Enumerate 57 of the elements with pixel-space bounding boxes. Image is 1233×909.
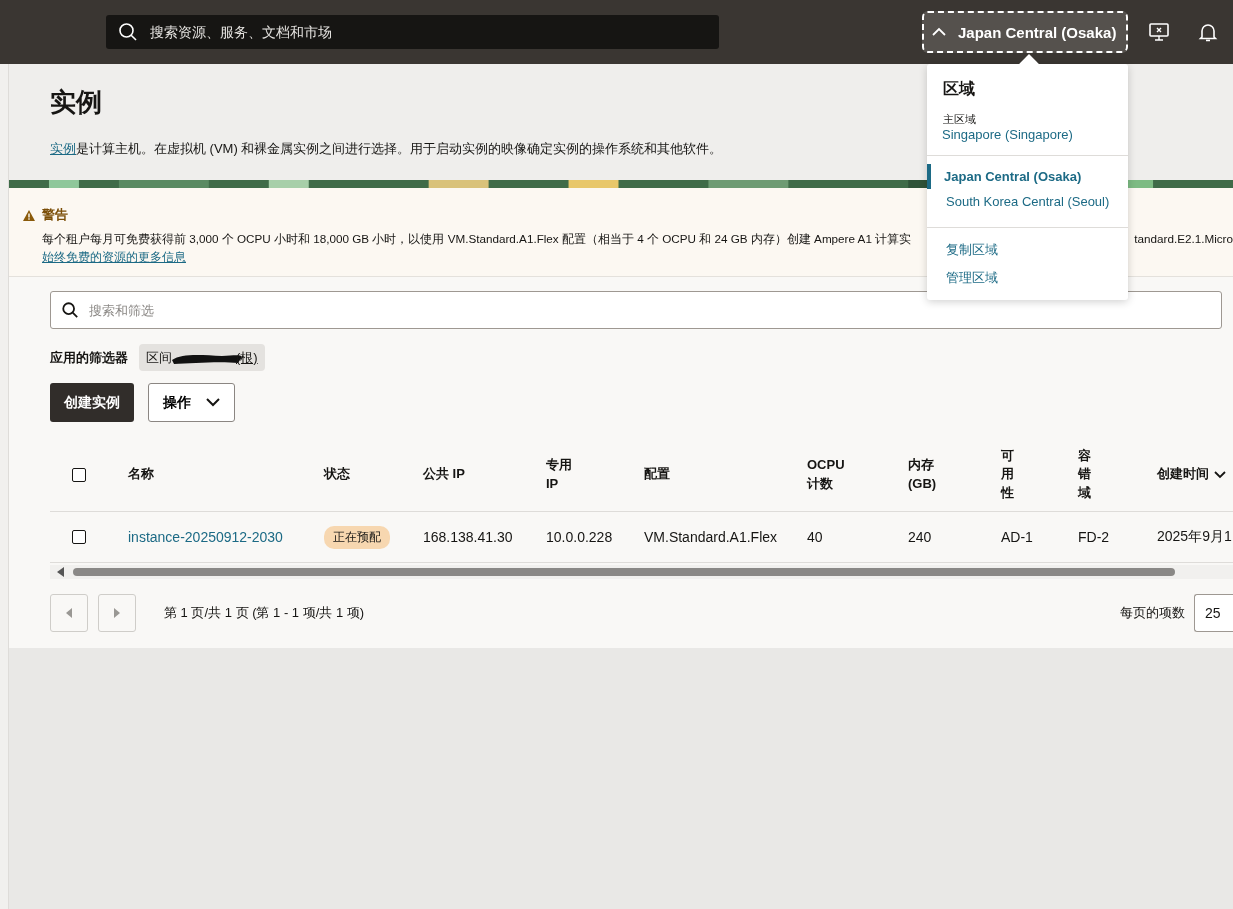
next-icon — [114, 608, 120, 618]
home-region-link[interactable]: Singapore (Singapore) — [942, 127, 1128, 142]
warning-icon — [23, 209, 35, 221]
region-menu-item[interactable]: South Korea Central (Seoul) — [927, 189, 1128, 214]
search-field[interactable]: 搜索资源、服务、文档和市场 — [106, 15, 719, 49]
column-header[interactable]: 配置 — [644, 465, 670, 484]
column-header[interactable]: 状态 — [324, 465, 350, 484]
warning-title: 警告 — [42, 206, 68, 224]
caret-icon — [932, 27, 946, 37]
menu-action-link[interactable]: 管理区域 — [927, 264, 1128, 292]
horizontal-scrollbar[interactable] — [50, 565, 1233, 579]
column-header[interactable]: 可用性 — [1001, 447, 1014, 502]
applied-filters-label: 应用的筛选器 — [50, 348, 128, 367]
page-title: 实例 — [50, 86, 102, 118]
scroll-left-icon[interactable] — [57, 567, 65, 577]
page-summary: 第 1 页/共 1 页 (第 1 - 1 项/共 1 项) — [164, 604, 365, 622]
table-cell: 2025年9月1 — [1157, 528, 1232, 546]
region-menu-item[interactable]: Japan Central (Osaka) — [927, 164, 1128, 189]
warning-text: 每个租户每月可免费获得前 3,000 个 OCPU 小时和 18,000 GB 小时，以使用 VM.Standard.A1.Flex 配置（相当于 4 个 OCPU 和 24 GB 内存）创建 Ampere A1 计算实 — [42, 232, 912, 247]
row-checkbox[interactable] — [72, 530, 86, 544]
instance-name-link[interactable]: instance-20250912-2030 — [128, 529, 283, 545]
column-header[interactable]: 内存 (GB) — [908, 456, 948, 493]
warning-text-end: tandard.E2.1.Micro — [1134, 232, 1233, 247]
table-cell: 10.0.0.228 — [546, 529, 613, 545]
region-button[interactable]: Japan Central (Osaka) — [922, 11, 1129, 53]
column-header[interactable]: 创建时间 — [1157, 465, 1209, 484]
table-cell: 240 — [908, 529, 932, 545]
table-cell: FD-2 — [1078, 529, 1110, 545]
chevron-down-icon — [206, 398, 220, 407]
table-cell: VM.Standard.A1.Flex — [644, 529, 778, 545]
table-cell: 40 — [807, 529, 823, 545]
menu-action-link[interactable]: 复制区域 — [927, 236, 1128, 264]
table-cell: AD-1 — [1001, 529, 1033, 545]
items-per-page-select[interactable]: 25 — [1194, 594, 1233, 632]
home-region-label: 主区域 — [943, 112, 977, 127]
column-header[interactable]: 名称 — [128, 465, 154, 484]
select-all-checkbox[interactable] — [72, 467, 86, 482]
previous-icon — [66, 608, 72, 618]
search-icon — [61, 301, 79, 319]
menu-title: 区域 — [943, 79, 976, 99]
instances-link[interactable]: 实例 — [50, 141, 76, 156]
bell-icon[interactable] — [1197, 21, 1220, 43]
column-header[interactable]: 专用 IP — [546, 456, 576, 493]
status-badge: 正在预配 — [324, 525, 390, 549]
page-description: 实例是计算主机。在虚拟机 (VM) 和裸金属实例之间进行选择。用于启动实例的映像确定实例的操作系统和其他软件。 — [50, 140, 724, 158]
column-header[interactable]: OCPU 计数 — [807, 456, 847, 493]
items-per-page-label: 每页的项数 — [1120, 604, 1185, 622]
create-instance-button[interactable]: 创建实例 — [50, 383, 134, 422]
column-header[interactable]: 公共 IP — [423, 465, 465, 484]
free-resources-link[interactable]: 始终免费的资源的更多信息 — [42, 249, 186, 266]
search-icon — [118, 22, 138, 42]
filter-search-field[interactable]: 搜索和筛选 — [50, 291, 1222, 329]
actions-button[interactable]: 操作 — [148, 383, 235, 422]
monitor-icon[interactable] — [1148, 21, 1171, 43]
column-header[interactable]: 容错域 — [1078, 447, 1091, 502]
sort-icon[interactable] — [1214, 470, 1226, 479]
table-cell: 168.138.41.30 — [423, 529, 513, 545]
